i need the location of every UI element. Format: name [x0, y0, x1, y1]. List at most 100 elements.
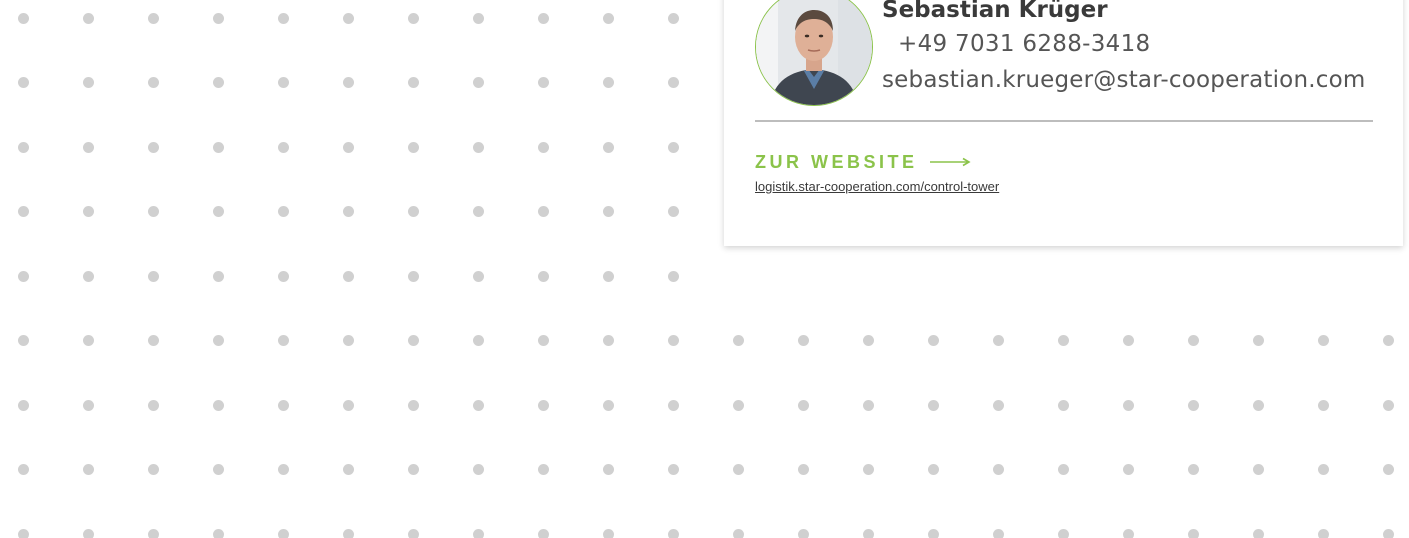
background-dot [1187, 528, 1199, 538]
background-dot [732, 528, 744, 538]
background-dot [342, 270, 354, 282]
background-dot [342, 464, 354, 475]
background-dot [277, 399, 289, 411]
background-dot [1317, 528, 1329, 538]
background-dot [82, 12, 94, 24]
background-dot [212, 335, 224, 346]
background-dot [927, 528, 939, 538]
background-dot [992, 335, 1004, 346]
background-dot [277, 528, 289, 538]
background-dot [472, 335, 484, 346]
background-dot [537, 399, 549, 411]
background-dot [472, 270, 484, 282]
background-dot [407, 399, 419, 411]
background-dot [342, 141, 354, 153]
background-dot [342, 335, 354, 346]
page: Sebastian Krüger +49 7031 6288-3418 seba… [0, 0, 1409, 538]
background-dot [147, 335, 159, 346]
background-dot [1187, 399, 1199, 411]
background-dot [82, 335, 94, 346]
background-dot [1252, 464, 1264, 475]
background-dot [1382, 335, 1394, 346]
background-dot [82, 399, 94, 411]
background-dot [212, 206, 224, 217]
background-dot [537, 464, 549, 475]
background-dot [407, 528, 419, 538]
background-dot [537, 528, 549, 538]
background-dot [797, 335, 809, 346]
background-dot [667, 399, 679, 411]
background-dot [1382, 464, 1394, 475]
contact-email[interactable]: sebastian.krueger@star-cooperation.com [882, 67, 1365, 93]
background-dot [732, 399, 744, 411]
background-dot [147, 12, 159, 24]
background-dot [17, 12, 29, 24]
background-dot [212, 141, 224, 153]
background-dot [732, 464, 744, 475]
background-dot [342, 12, 354, 24]
background-dot [862, 464, 874, 475]
background-dot [82, 464, 94, 475]
background-dot [1382, 528, 1394, 538]
background-dot [1057, 528, 1069, 538]
background-dot [212, 464, 224, 475]
background-dot [1057, 399, 1069, 411]
background-dot [277, 77, 289, 88]
background-dot [1122, 464, 1134, 475]
background-dot [667, 12, 679, 24]
background-dot [147, 528, 159, 538]
background-dot [212, 77, 224, 88]
background-dot [602, 464, 614, 475]
background-dot [797, 399, 809, 411]
background-dot [82, 270, 94, 282]
background-dot [82, 77, 94, 88]
background-dot [277, 270, 289, 282]
background-dot [1122, 399, 1134, 411]
background-dot [277, 335, 289, 346]
background-dot [147, 464, 159, 475]
background-dot [1057, 464, 1069, 475]
background-dot [472, 399, 484, 411]
website-cta-label: ZUR WEBSITE [755, 152, 918, 172]
background-dot [1252, 528, 1264, 538]
background-dot [797, 464, 809, 475]
background-dot [1122, 335, 1134, 346]
background-dot [992, 464, 1004, 475]
background-dot [82, 141, 94, 153]
contact-phone[interactable]: +49 7031 6288-3418 [898, 31, 1150, 57]
background-dot [277, 141, 289, 153]
background-dot [147, 141, 159, 153]
background-dot [667, 528, 679, 538]
background-dot [992, 528, 1004, 538]
contact-avatar [755, 0, 873, 106]
background-dot [602, 270, 614, 282]
person-photo-icon [756, 0, 872, 105]
background-dot [732, 335, 744, 346]
background-dot [342, 77, 354, 88]
background-dot [1252, 335, 1264, 346]
background-dot [537, 141, 549, 153]
background-dot [1317, 464, 1329, 475]
background-dot [602, 528, 614, 538]
website-cta-link[interactable]: ZUR WEBSITE [755, 152, 972, 173]
background-dot [1187, 335, 1199, 346]
background-dot [407, 77, 419, 88]
background-dot [472, 528, 484, 538]
contact-card: Sebastian Krüger +49 7031 6288-3418 seba… [724, 0, 1403, 246]
background-dot [472, 12, 484, 24]
background-dot [17, 77, 29, 88]
background-dot [667, 77, 679, 88]
background-dot [927, 399, 939, 411]
background-dot [17, 335, 29, 346]
background-dot [1187, 464, 1199, 475]
background-dot [1317, 335, 1329, 346]
website-url-link[interactable]: logistik.star-cooperation.com/control-to… [755, 179, 999, 194]
background-dot [82, 528, 94, 538]
background-dot [17, 464, 29, 475]
background-dot [342, 399, 354, 411]
background-dot [82, 206, 94, 217]
background-dot [407, 335, 419, 346]
background-dot [992, 399, 1004, 411]
background-dot [1382, 399, 1394, 411]
background-dot [602, 399, 614, 411]
